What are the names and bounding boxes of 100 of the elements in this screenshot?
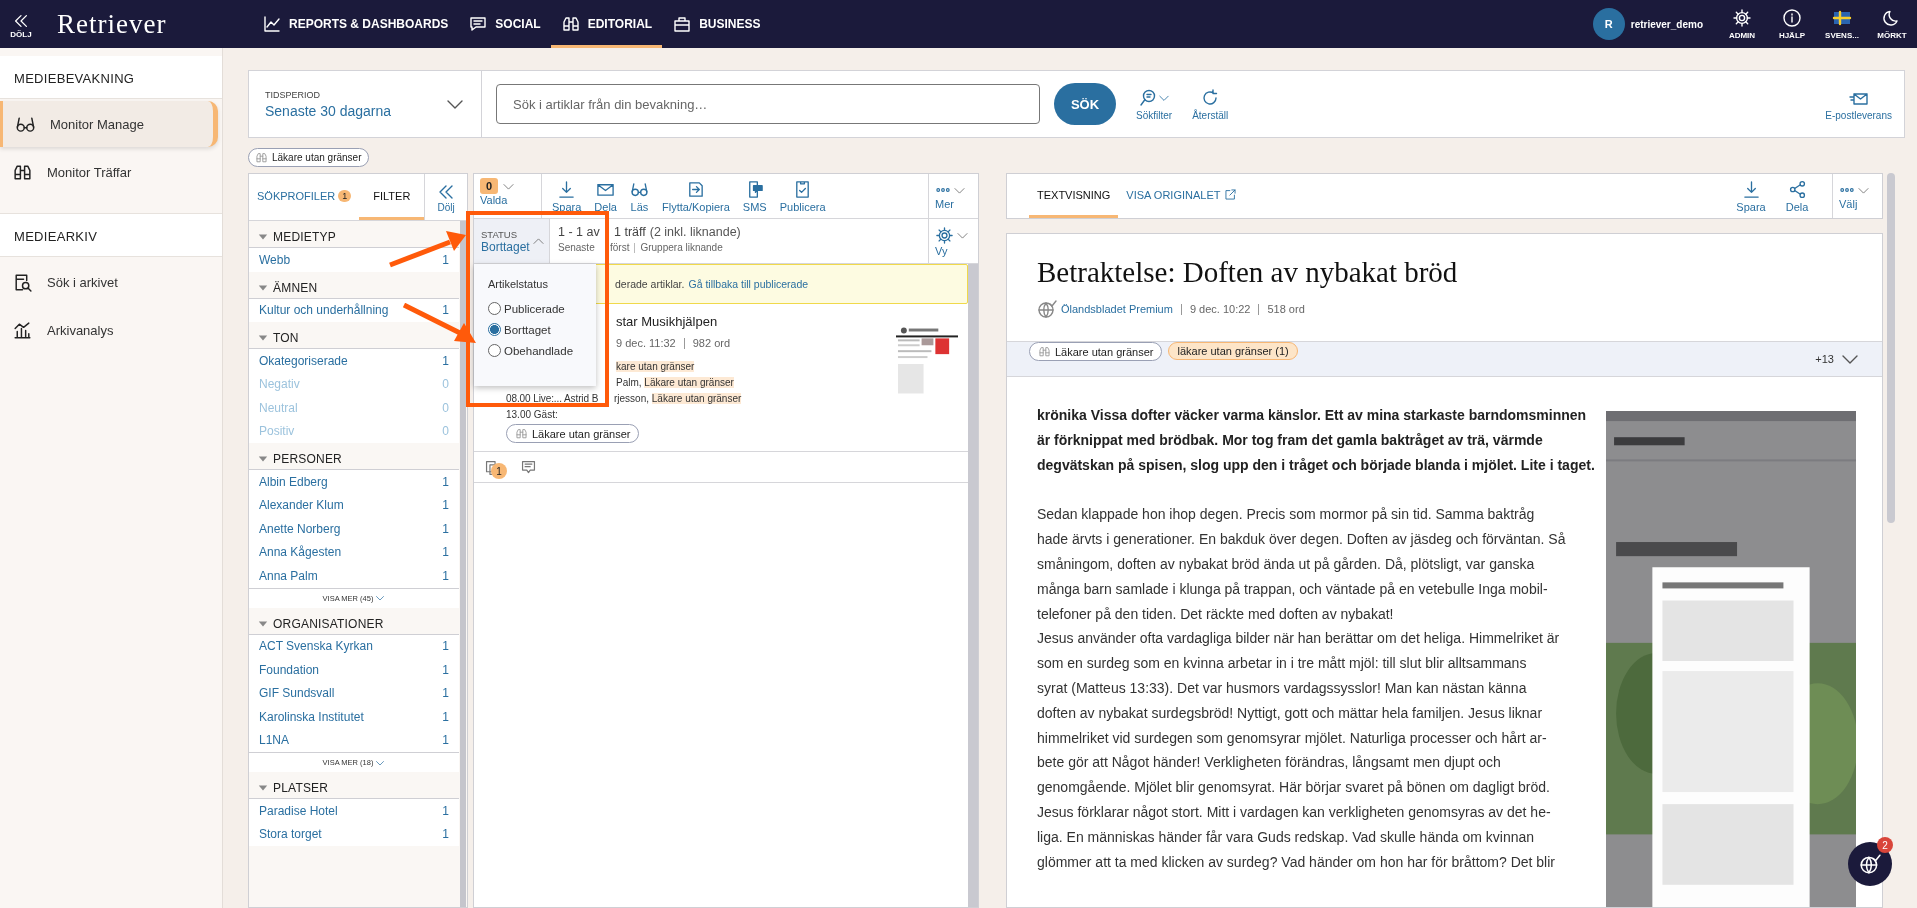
snippet-text: rjesson, — [614, 393, 650, 404]
radio-button[interactable] — [488, 344, 501, 357]
filter-item[interactable]: Paradise Hotel 1 — [249, 799, 459, 823]
filter-group-header[interactable]: ÄMNEN — [257, 277, 318, 298]
filter-item[interactable]: ACT Svenska Kyrkan 1 — [249, 634, 459, 658]
sidebar-item[interactable]: Sök i arkivet — [0, 259, 218, 305]
similar-button[interactable]: 1 — [484, 456, 506, 478]
body-text: himmelriket vid surdegen som genomsyrar mjölet. Naturliga processer och hårt ar- — [1037, 728, 1548, 748]
comment-button[interactable] — [520, 458, 537, 476]
document-search-icon — [12, 271, 33, 293]
choose-button[interactable]: Välj — [1832, 174, 1882, 218]
hide-button[interactable]: Dölj — [424, 174, 467, 220]
filter-item[interactable]: Alexander Klum 1 — [249, 493, 459, 517]
sidebar-item[interactable]: Monitor Träffar — [0, 149, 218, 195]
filter-item[interactable]: Webb 1 — [249, 248, 459, 272]
search-button[interactable]: SÖK — [1054, 83, 1116, 125]
filter-item[interactable]: Anette Norberg 1 — [249, 517, 459, 541]
profile-chip[interactable]: Läkare utan gränser — [506, 424, 640, 443]
profile-chip[interactable]: Läkare utan gränser — [248, 148, 369, 167]
toolbar-button[interactable]: Spara — [1728, 174, 1774, 218]
toolbar-button[interactable]: Sökfilter — [1136, 87, 1173, 121]
filter-item[interactable]: Karolinska Institutet 1 — [249, 705, 459, 729]
body-text: genomgående. Mjölet blir genomsyrat. Här börjar svaret på bönen om dagligt bröd. — [1037, 778, 1551, 798]
lead-text: degvätskan på spisen, slog upp den i tråget och började blanda i mjölet. Lite i taget. — [1037, 455, 1596, 475]
nav-tab[interactable]: EDITORIAL — [550, 0, 663, 48]
toolbar-button[interactable]: Läs — [630, 174, 649, 218]
top-action-button[interactable]: MÖRKT — [1867, 8, 1917, 40]
sort-link[interactable]: först — [610, 242, 630, 253]
filter-item[interactable]: L1NA 1 — [249, 728, 459, 752]
logo[interactable]: Retriever — [57, 8, 232, 40]
more-tags-button[interactable]: +13 — [1815, 349, 1860, 369]
external-link-icon — [1224, 188, 1238, 201]
more-button[interactable]: Mer — [928, 174, 978, 218]
filter-group-header[interactable]: PERSONER — [257, 449, 342, 469]
filter-item[interactable]: Kultur och underhållning 1 — [249, 298, 459, 322]
avatar: R — [1592, 8, 1625, 40]
top-action-button[interactable]: ADMIN — [1717, 8, 1767, 40]
filter-item[interactable]: Okategoriserade 1 — [249, 349, 459, 373]
top-action-button[interactable]: HJÄLP — [1767, 8, 1817, 40]
filter-group-header[interactable]: TON — [257, 328, 299, 348]
highlighted-text: kare utan gränser — [616, 361, 695, 372]
gear-icon — [1732, 8, 1752, 28]
section-title: MEDIEBEVAKNING — [0, 56, 222, 99]
filter-item[interactable]: Anna Palm 1 — [249, 564, 459, 588]
nav-tab[interactable]: BUSINESS — [662, 0, 771, 48]
filter-group-header[interactable]: PLATSER — [257, 778, 329, 798]
download-icon — [1741, 179, 1761, 199]
body-text: glömmer att ta med klicken av surdeg? Vad händer om hon har för bråttom? Det blir — [1037, 852, 1556, 872]
top-action-button[interactable]: SVENS... — [1817, 8, 1867, 40]
nav-tab[interactable]: SOCIAL — [458, 0, 551, 48]
body-text: bete gör att Något händer! Verkligheten förändras, långsamt men djupt och — [1037, 753, 1502, 773]
filter-group-header[interactable]: ORGANISATIONER — [257, 613, 384, 634]
keyword-tag[interactable]: läkare utan gränser (1) — [1168, 342, 1298, 360]
nav-tab[interactable]: REPORTS & DASHBOARDS — [252, 0, 459, 48]
selected-dropdown[interactable]: 0 Valda — [474, 174, 542, 218]
radio-option[interactable]: Publicerade — [488, 298, 596, 319]
filter-group-header[interactable]: MEDIETYP — [257, 227, 336, 247]
view-tab[interactable]: VISA ORIGINALET — [1118, 174, 1246, 218]
view-tab[interactable]: TEXTVISNING — [1029, 174, 1119, 218]
radio-button[interactable] — [488, 302, 501, 315]
email-delivery-button[interactable]: E-postleverans — [1825, 87, 1892, 121]
filter-item[interactable]: Foundation 1 — [249, 658, 459, 682]
section-title: MEDIEARKIV — [0, 213, 222, 257]
toolbar-button[interactable]: Återställ — [1192, 87, 1229, 121]
sidebar-item[interactable]: Monitor Manage — [0, 101, 218, 147]
filter-item[interactable]: Albin Edberg 1 — [249, 470, 459, 494]
scrollbar[interactable] — [1887, 173, 1895, 523]
period-dropdown[interactable]: TIDSPERIOD Senaste 30 dagarna — [249, 71, 482, 137]
snippet-text: Palm, — [616, 377, 643, 388]
filter-item[interactable]: GIF Sundsvall 1 — [249, 681, 459, 705]
word-count: 518 ord — [1267, 303, 1305, 315]
back-link[interactable]: Gå tillbaka till publicerade — [688, 278, 809, 290]
filter-item[interactable]: Anna Kågesten 1 — [249, 540, 459, 564]
scrollbar[interactable] — [460, 221, 466, 907]
profile-chip[interactable]: Läkare utan gränser — [1029, 342, 1163, 361]
source-link[interactable]: Ölandsbladet Premium — [1061, 303, 1173, 315]
toolbar-button[interactable]: Publicera — [779, 174, 826, 218]
toolbar-button[interactable]: Flytta/Kopiera — [662, 174, 730, 218]
filter-item[interactable]: Stora torget 1 — [249, 822, 459, 846]
radio-button[interactable] — [488, 323, 501, 336]
highlighted-text: Läkare utan gränser — [651, 393, 742, 404]
toolbar-button[interactable]: Dela — [1774, 174, 1820, 218]
radio-option[interactable]: Borttaget — [488, 319, 596, 340]
sort-link[interactable]: Senaste — [558, 242, 605, 253]
collapse-button[interactable]: DÖLJ — [0, 9, 42, 39]
panel-tab[interactable]: SÖKPROFILER 1 — [249, 174, 360, 220]
sidebar-item[interactable]: Arkivanalys — [0, 307, 218, 353]
radio-option[interactable]: Obehandlade — [488, 340, 596, 361]
highlighted-text: Läkare utan gränser — [644, 377, 734, 388]
group-link[interactable]: Gruppera liknande — [640, 242, 723, 253]
toolbar-button[interactable]: Spara — [552, 174, 582, 218]
view-button[interactable]: Vy — [928, 219, 978, 263]
toolbar-button[interactable]: SMS — [742, 174, 767, 218]
panel-tab[interactable]: FILTER — [359, 174, 425, 220]
status-dropdown[interactable]: STATUS Borttaget — [474, 219, 550, 263]
user-menu[interactable]: R retriever_demo — [1592, 8, 1703, 40]
scrollbar[interactable] — [968, 264, 978, 907]
article-title: Betraktelse: Doften av nybakat bröd — [1037, 256, 1459, 289]
toolbar-button[interactable]: Dela — [594, 174, 617, 218]
search-field[interactable]: Sök i artiklar från din bevakning… — [496, 84, 1040, 124]
